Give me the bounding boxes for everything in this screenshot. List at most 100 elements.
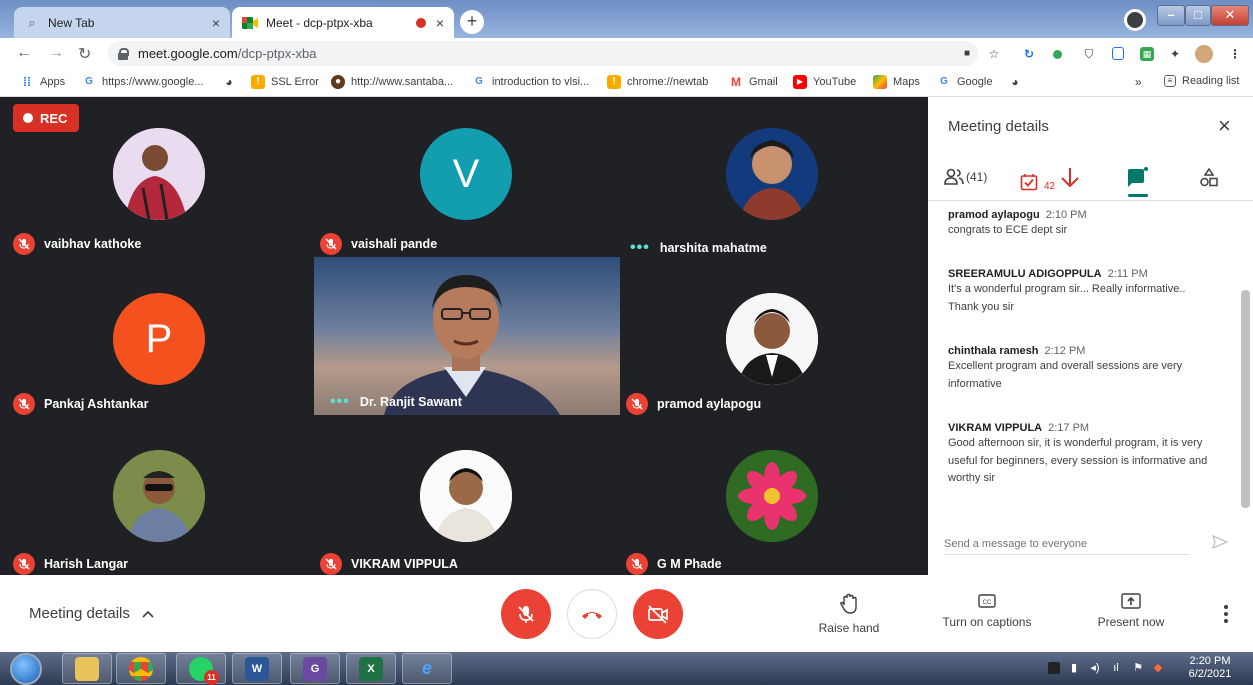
mic-off-icon bbox=[13, 553, 35, 575]
send-icon[interactable] bbox=[1212, 534, 1228, 550]
avatar bbox=[113, 450, 205, 542]
bookmark-label: chrome://newtab bbox=[627, 76, 709, 88]
participant-tile[interactable]: VIKRAM VIPPULA bbox=[314, 417, 614, 575]
action-center-flag-icon[interactable]: ⚑ bbox=[1132, 662, 1144, 674]
profile-icon[interactable] bbox=[1124, 9, 1146, 31]
whatsapp-icon: 11 bbox=[189, 656, 219, 685]
participant-tile[interactable]: V vaishali pande bbox=[314, 97, 614, 255]
internet-explorer-icon: e bbox=[421, 658, 432, 678]
extension-sync-icon[interactable]: ↻ bbox=[1022, 47, 1036, 61]
star-icon[interactable]: ☆ bbox=[987, 47, 1001, 61]
participant-tile[interactable]: G M Phade bbox=[620, 417, 920, 575]
system-clock[interactable]: 2:20 PM 6/2/2021 bbox=[1180, 655, 1240, 681]
bookmark-globe[interactable]: ◕ bbox=[222, 75, 242, 89]
people-icon[interactable] bbox=[944, 167, 964, 187]
close-window-button[interactable]: ✕ bbox=[1211, 5, 1249, 26]
tab-new-tab[interactable]: ⌕ New Tab × bbox=[14, 7, 230, 38]
toggle-camera-button[interactable] bbox=[633, 589, 683, 639]
minimize-button[interactable]: – bbox=[1157, 5, 1185, 26]
camera-icon[interactable]: ■ bbox=[960, 47, 974, 61]
participant-tile[interactable]: Harish Langar bbox=[7, 417, 307, 575]
raise-hand-label: Raise hand bbox=[818, 621, 880, 635]
captions-button[interactable]: CC Turn on captions bbox=[932, 593, 1042, 629]
participant-tile[interactable]: ••• harshita mahatme bbox=[620, 97, 920, 256]
maximize-button[interactable]: □ bbox=[1185, 5, 1211, 26]
activities-icon[interactable] bbox=[1199, 167, 1219, 189]
tray-app-icon[interactable] bbox=[1048, 662, 1060, 674]
participant-tile[interactable]: vaibhav kathoke bbox=[7, 97, 307, 255]
bookmark-vlsi[interactable]: G introduction to vlsi... bbox=[472, 75, 589, 89]
start-button[interactable] bbox=[10, 653, 42, 685]
name-label: vaishali pande bbox=[351, 237, 438, 251]
lock-icon[interactable] bbox=[118, 47, 129, 60]
tab-close-icon[interactable]: × bbox=[212, 15, 220, 31]
reload-icon[interactable]: ↻ bbox=[78, 44, 91, 64]
taskbar-explorer[interactable] bbox=[62, 653, 112, 684]
extension-sheet-icon[interactable]: ▦ bbox=[1140, 47, 1154, 61]
volume-icon[interactable]: ◂) bbox=[1089, 662, 1101, 674]
participant-tile[interactable]: pramod aylapogu bbox=[620, 257, 920, 415]
taskbar-pdf[interactable]: G bbox=[290, 653, 340, 684]
active-speaker-video[interactable]: ••• Dr. Ranjit Sawant bbox=[314, 257, 620, 415]
back-icon[interactable]: ← bbox=[16, 44, 32, 62]
url-input[interactable]: meet.google.com/dcp-ptpx-xba bbox=[108, 41, 978, 66]
google-meet-icon bbox=[242, 15, 258, 31]
maps-icon bbox=[873, 75, 887, 89]
participant-tile[interactable]: P Pankaj Ashtankar bbox=[7, 257, 307, 415]
panel-tabs: (41) 42 bbox=[928, 157, 1253, 201]
message-text: congrats to ECE dept sir bbox=[948, 224, 1068, 236]
globe-icon: ◕ bbox=[225, 75, 233, 89]
bookmarks-overflow[interactable]: » bbox=[1135, 75, 1142, 89]
present-now-button[interactable]: Present now bbox=[1076, 593, 1186, 629]
network-icon[interactable]: ıl bbox=[1110, 662, 1122, 674]
bookmark-google-2[interactable]: G Google bbox=[937, 75, 992, 89]
participant-name: Pankaj Ashtankar bbox=[13, 393, 148, 415]
bookmark-apps[interactable]: ⁞⁞ Apps bbox=[20, 75, 65, 89]
people-count: (41) bbox=[966, 170, 988, 184]
tray-warning-icon[interactable]: ◆ bbox=[1152, 662, 1164, 674]
task-icon[interactable] bbox=[1020, 173, 1038, 191]
chat-message-input[interactable] bbox=[944, 533, 1190, 555]
bookmark-youtube[interactable]: ▶ YouTube bbox=[793, 75, 856, 89]
forward-icon[interactable]: → bbox=[48, 44, 64, 62]
message-sender: VIKRAM VIPPULA bbox=[948, 422, 1043, 434]
reading-list-button[interactable]: ≡ Reading list bbox=[1164, 75, 1239, 87]
globe-icon: ◕ bbox=[1011, 75, 1019, 89]
excel-icon: X bbox=[359, 656, 383, 681]
profile-avatar-icon[interactable] bbox=[1195, 45, 1213, 63]
raise-hand-button[interactable]: Raise hand bbox=[794, 593, 904, 635]
bookmark-santaba[interactable]: ● http://www.santaba... bbox=[331, 75, 453, 89]
leave-call-button[interactable] bbox=[567, 589, 617, 639]
bookmark-google[interactable]: G https://www.google... bbox=[82, 75, 203, 89]
meeting-details-button[interactable]: Meeting details bbox=[29, 605, 154, 622]
chat-scrollbar[interactable] bbox=[1241, 290, 1250, 508]
recording-indicator-icon bbox=[415, 17, 426, 28]
tab-close-icon[interactable]: × bbox=[436, 15, 444, 31]
bookmark-newtab[interactable]: ! chrome://newtab bbox=[607, 75, 708, 89]
bookmark-globe-2[interactable]: ◕ bbox=[1008, 75, 1028, 89]
message-text: It's a wonderful program sir... Really i… bbox=[948, 283, 1186, 313]
bookmark-ssl-error[interactable]: ! SSL Error bbox=[251, 75, 319, 89]
tab-meet[interactable]: Meet - dcp-ptpx-xba × bbox=[232, 7, 454, 38]
extension-dot-icon[interactable] bbox=[1053, 50, 1062, 59]
bookmark-gmail[interactable]: M Gmail bbox=[729, 75, 778, 89]
puzzle-icon[interactable]: ✦ bbox=[1168, 47, 1182, 61]
shield-icon[interactable]: ⛉ bbox=[1082, 47, 1096, 61]
taskbar-chrome[interactable] bbox=[116, 653, 166, 684]
taskbar-excel[interactable]: X bbox=[346, 653, 396, 684]
message-text: Good afternoon sir, it is wonderful prog… bbox=[948, 437, 1208, 484]
tray-usb-icon[interactable]: ▮ bbox=[1068, 662, 1080, 674]
taskbar-ie[interactable]: e bbox=[402, 653, 452, 684]
kebab-menu-icon[interactable]: ⋮ bbox=[1228, 47, 1242, 61]
close-icon[interactable]: × bbox=[1218, 115, 1231, 137]
more-options-icon[interactable] bbox=[1221, 603, 1231, 625]
chat-icon[interactable] bbox=[1126, 167, 1148, 189]
bookmark-maps[interactable]: Maps bbox=[873, 75, 920, 89]
new-tab-button[interactable]: + bbox=[460, 10, 484, 34]
url-path: /dcp-ptpx-xba bbox=[237, 46, 317, 61]
taskbar-whatsapp[interactable]: 11 bbox=[176, 653, 226, 685]
extension-doc-icon[interactable] bbox=[1112, 47, 1124, 60]
captions-label: Turn on captions bbox=[942, 615, 1032, 629]
toggle-mic-button[interactable] bbox=[501, 589, 551, 639]
taskbar-word[interactable]: W bbox=[232, 653, 282, 684]
